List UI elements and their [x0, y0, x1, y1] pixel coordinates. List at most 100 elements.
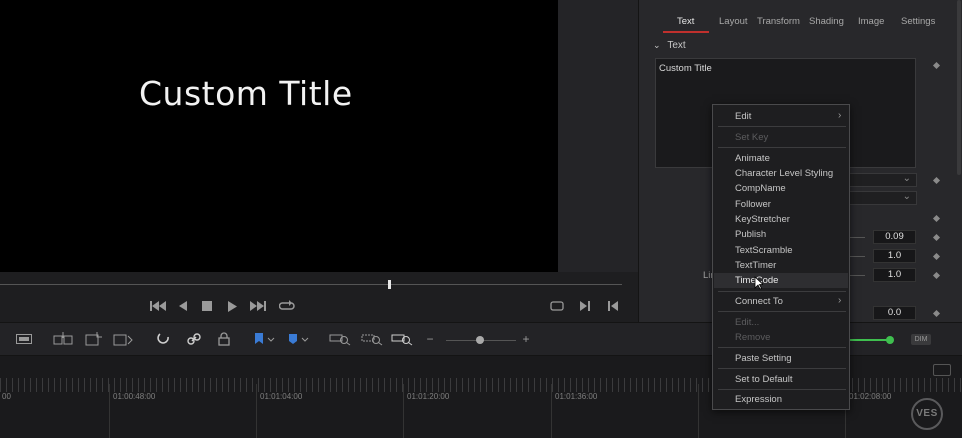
scrub-bar[interactable] [0, 284, 622, 285]
timecode-label: 01:01:04:00 [260, 392, 303, 401]
menu-item-textscramble[interactable]: TextScramble [735, 245, 793, 256]
keyframe-diamond-icon[interactable] [932, 61, 941, 70]
menu-separator [718, 291, 846, 292]
menu-item-follower[interactable]: Follower [735, 199, 771, 210]
match-frame-icon[interactable] [548, 298, 566, 314]
menu-separator [718, 126, 846, 127]
keyframe-diamond-icon[interactable] [932, 214, 941, 223]
insert-icon[interactable] [52, 331, 74, 347]
menu-item-set-key: Set Key [735, 132, 769, 143]
menu-separator [718, 389, 846, 390]
timecode-label: 01:02:08:00 [849, 392, 892, 401]
menu-item-expression[interactable]: Expression [735, 394, 782, 405]
link-icon[interactable] [186, 331, 202, 347]
zoom-detail-icon[interactable] [360, 331, 384, 347]
menu-item-paste-setting[interactable]: Paste Setting [735, 353, 792, 364]
submenu-arrow-icon: › [838, 295, 842, 306]
font-style-dropdown[interactable]: ⌄ [849, 191, 917, 205]
font-family-dropdown[interactable]: ⌄ [849, 173, 917, 187]
zoom-in-icon[interactable]: + [520, 331, 532, 347]
snapping-icon[interactable] [156, 331, 172, 347]
value-field[interactable]: 0.09 [873, 230, 916, 244]
ves-logo: VES [911, 398, 943, 430]
prev-edit-icon[interactable] [605, 298, 621, 314]
menu-item-set-to-default[interactable]: Set to Default [735, 374, 793, 385]
menu-item-animate[interactable]: Animate [735, 153, 770, 164]
dim-button[interactable]: DIM [911, 334, 931, 345]
menu-item-keystretcher[interactable]: KeyStretcher [735, 214, 790, 225]
chevron-down-icon: ⌄ [902, 173, 911, 184]
param-slider[interactable] [849, 275, 865, 276]
timeline-options-icon[interactable] [933, 364, 951, 376]
menu-item-character-level-styling[interactable]: Character Level Styling [735, 168, 833, 179]
keyframe-diamond-icon[interactable] [932, 271, 941, 280]
audio-level-slider[interactable] [850, 339, 890, 341]
menu-separator [718, 368, 846, 369]
ruler-tick [403, 384, 404, 438]
keyframe-diamond-icon[interactable] [932, 176, 941, 185]
context-menu: Edit › Set Key Animate Character Level S… [712, 104, 850, 410]
tab-settings[interactable]: Settings [901, 16, 935, 27]
menu-item-compname[interactable]: CompName [735, 183, 786, 194]
lock-icon[interactable] [216, 331, 232, 347]
viewer-title-text: Custom Title [139, 74, 353, 113]
next-edit-icon[interactable] [577, 298, 593, 314]
zoom-out-icon[interactable]: − [424, 331, 436, 347]
scrub-bar-area [0, 272, 638, 322]
section-header-label: Text [667, 40, 686, 51]
loop-icon[interactable] [278, 298, 296, 314]
step-back-icon[interactable] [176, 298, 190, 314]
timecode-label: 01:00:48:00 [113, 392, 156, 401]
active-tab-indicator [663, 31, 709, 33]
playhead[interactable] [388, 280, 391, 289]
viewer-side-panel [558, 0, 638, 272]
menu-item-connect-to[interactable]: Connect To [735, 296, 783, 307]
play-icon[interactable] [225, 298, 239, 314]
tab-transform[interactable]: Transform [757, 16, 800, 27]
menu-separator [718, 147, 846, 148]
menu-item-publish[interactable]: Publish [735, 229, 766, 240]
replace-icon[interactable] [112, 331, 136, 347]
viewer-canvas: Custom Title [0, 0, 558, 272]
chevron-down-icon: ⌄ [902, 191, 911, 202]
menu-separator [718, 347, 846, 348]
tab-text[interactable]: Text [677, 16, 694, 27]
section-header-text[interactable]: ⌄ Text [653, 40, 686, 51]
inspector-tabs: Text Layout Transform Shading Image Sett… [639, 12, 939, 34]
stop-icon[interactable] [200, 298, 214, 314]
value-field[interactable]: 1.0 [873, 268, 916, 282]
overwrite-icon[interactable] [84, 331, 104, 347]
tab-image[interactable]: Image [858, 16, 884, 27]
menu-item-edit-expression: Edit... [735, 317, 760, 328]
ruler-tick [109, 384, 110, 438]
tab-shading[interactable]: Shading [809, 16, 844, 27]
trim-icon[interactable] [14, 331, 34, 347]
keyframe-diamond-icon[interactable] [932, 233, 941, 242]
value-field[interactable]: 0.0 [873, 306, 916, 320]
skip-to-end-icon[interactable] [248, 298, 268, 314]
submenu-arrow-icon: › [838, 110, 842, 121]
ruler-tick [698, 384, 699, 438]
zoom-custom-icon[interactable] [390, 331, 414, 347]
tab-layout[interactable]: Layout [719, 16, 748, 27]
param-slider[interactable] [849, 256, 865, 257]
keyframe-diamond-icon[interactable] [932, 252, 941, 261]
menu-item-edit[interactable]: Edit [735, 111, 751, 122]
menu-item-remove: Remove [735, 332, 771, 343]
param-slider[interactable] [849, 237, 865, 238]
ruler-tick [551, 384, 552, 438]
keyframe-diamond-icon[interactable] [932, 309, 941, 318]
menu-item-texttimer[interactable]: TextTimer [735, 260, 776, 271]
flag-icon[interactable] [252, 331, 278, 347]
inspector-scrollbar[interactable] [957, 0, 961, 175]
timecode-label: 01:01:20:00 [407, 392, 450, 401]
zoom-full-icon[interactable] [328, 331, 352, 347]
zoom-slider-handle[interactable] [476, 336, 484, 344]
audio-level-handle[interactable] [886, 336, 894, 344]
marker-icon[interactable] [286, 331, 312, 347]
value-field[interactable]: 1.0 [873, 249, 916, 263]
skip-to-start-icon[interactable] [148, 298, 168, 314]
ruler-tick [256, 384, 257, 438]
timecode-label: 00 [2, 392, 11, 401]
mouse-cursor-icon [754, 276, 763, 290]
